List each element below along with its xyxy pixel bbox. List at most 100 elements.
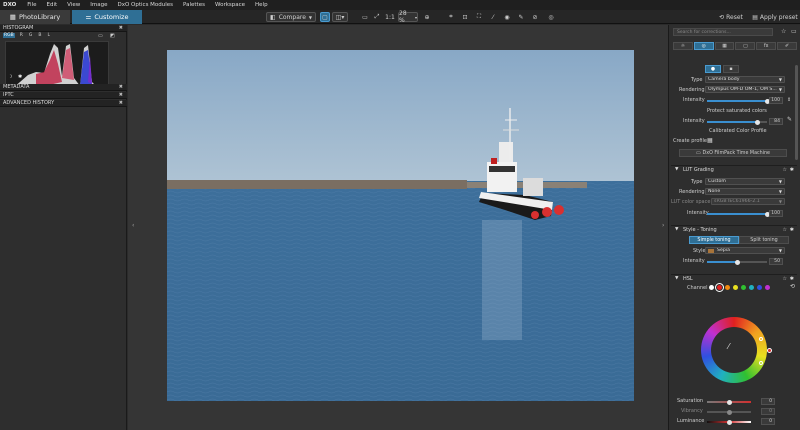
saturation-slider[interactable]: [707, 399, 751, 405]
perspective-tool[interactable]: ⛶: [474, 12, 484, 22]
tab-light[interactable]: ☼: [673, 42, 693, 50]
toning-intensity-value[interactable]: 50: [769, 258, 783, 265]
channel-red[interactable]: [715, 283, 724, 292]
slider-knob[interactable]: [727, 419, 732, 425]
shadows-clip-icon[interactable]: ☽: [8, 74, 12, 80]
hsl-color-wheel[interactable]: ⁄: [701, 317, 772, 383]
channel-green[interactable]: [741, 285, 746, 290]
lut-type-select[interactable]: Custom ▼: [705, 178, 785, 185]
menu-edit[interactable]: Edit: [42, 2, 63, 8]
star-icon[interactable]: ☆: [783, 167, 787, 173]
advanced-history-header[interactable]: ADVANCED HISTORY ✖: [0, 100, 127, 107]
toning-intensity-slider[interactable]: [707, 259, 767, 265]
channel-r[interactable]: R: [19, 33, 24, 38]
fit-button[interactable]: ⤢: [372, 12, 382, 22]
rendering-color-toggle[interactable]: ●: [705, 65, 721, 73]
ratio-button[interactable]: 1:1: [384, 12, 396, 22]
crop-tool[interactable]: ⌗: [446, 12, 456, 22]
menu-view[interactable]: View: [62, 2, 85, 8]
channel-l[interactable]: L: [46, 33, 51, 38]
type-select[interactable]: Camera body ▼: [705, 76, 785, 83]
close-icon[interactable]: ✖: [119, 92, 123, 98]
red-eye-tool[interactable]: ◉: [502, 12, 512, 22]
tab-detail[interactable]: ▦: [714, 42, 735, 50]
channel-rgb[interactable]: RGB: [3, 33, 15, 38]
star-icon[interactable]: ☆: [783, 227, 787, 233]
lut-rendering-select[interactable]: None ▼: [705, 188, 785, 195]
white-balance-tool[interactable]: ⁄: [488, 12, 498, 22]
rendering-film-toggle[interactable]: ▪: [723, 65, 739, 73]
slider-knob[interactable]: [754, 119, 760, 125]
search-input[interactable]: Search for corrections...: [673, 28, 773, 36]
style-select[interactable]: Sepia ▼: [705, 247, 785, 254]
tab-customize[interactable]: ⚌ Customize: [72, 10, 142, 24]
close-icon[interactable]: ✖: [119, 100, 123, 106]
tab-geometry[interactable]: ▢: [735, 42, 756, 50]
filmpack-button[interactable]: ▭ DxO FilmPack Time Machine: [679, 149, 787, 157]
split-view-button[interactable]: ◫▾: [332, 12, 348, 22]
slider-knob[interactable]: [734, 259, 740, 265]
channel-blue[interactable]: [757, 285, 762, 290]
tab-local[interactable]: ✐: [777, 42, 797, 50]
protect-intensity-slider[interactable]: [707, 119, 767, 125]
menu-file[interactable]: File: [22, 2, 41, 8]
color-chart-icon[interactable]: ▦: [707, 137, 713, 144]
right-panel-scrollbar[interactable]: [795, 65, 798, 160]
simple-toning-button[interactable]: Simple toning: [689, 236, 739, 244]
channel-yellow[interactable]: [733, 285, 738, 290]
lut-intensity-slider[interactable]: [707, 211, 770, 217]
close-icon[interactable]: ✖: [119, 84, 123, 90]
menu-optics-modules[interactable]: DxO Optics Modules: [112, 2, 178, 8]
local-adjustments-tool[interactable]: ⊘: [530, 12, 540, 22]
eyedropper-icon[interactable]: ⁄: [728, 342, 729, 351]
tab-color[interactable]: ◎: [693, 42, 714, 50]
compare-button[interactable]: ◧ Compare ▼: [266, 12, 316, 22]
channel-magenta[interactable]: [765, 285, 770, 290]
panel-toggle-icon[interactable]: ▭: [791, 28, 797, 35]
gear-icon[interactable]: ✱: [790, 167, 794, 173]
clipping-icon[interactable]: ◩: [110, 33, 115, 39]
channel-cyan[interactable]: [749, 285, 754, 290]
gear-icon[interactable]: ✱: [790, 276, 794, 282]
style-toning-header[interactable]: ▼ Style - Toning ☆ ✱: [671, 225, 797, 233]
saturation-value[interactable]: 0: [761, 398, 775, 405]
luminance-value[interactable]: 0: [761, 418, 775, 425]
menu-image[interactable]: Image: [85, 2, 112, 8]
hsl-header[interactable]: ▼ HSL ☆ ✱: [671, 274, 797, 282]
preview-toggle[interactable]: ◎: [546, 12, 556, 22]
zoom-select[interactable]: 28 % ▾: [398, 10, 418, 24]
eyedropper-icon[interactable]: ✎: [787, 116, 792, 123]
intensity-value[interactable]: 100: [769, 97, 783, 104]
channel-g[interactable]: G: [28, 33, 34, 38]
menu-help[interactable]: Help: [250, 2, 273, 8]
menu-palettes[interactable]: Palettes: [178, 2, 210, 8]
intensity-slider[interactable]: [707, 98, 770, 104]
channel-all[interactable]: [709, 285, 714, 290]
reset-channel-icon[interactable]: ⟲: [790, 283, 795, 290]
highlights-clip-icon[interactable]: ✱: [18, 74, 22, 80]
metadata-header[interactable]: METADATA ✖: [0, 84, 127, 91]
range-handle[interactable]: [759, 337, 763, 341]
hue-handle[interactable]: [767, 348, 772, 353]
repair-tool[interactable]: ✎: [516, 12, 526, 22]
slider-knob[interactable]: [727, 399, 732, 405]
tab-effects[interactable]: fx: [756, 42, 777, 50]
star-icon[interactable]: ☆: [781, 28, 786, 35]
lut-grading-header[interactable]: ▼ LUT Grading ☆ ✱: [671, 165, 797, 173]
gear-icon[interactable]: ✱: [790, 227, 794, 233]
collapse-left-icon[interactable]: ‹: [132, 222, 134, 229]
menu-workspace[interactable]: Workspace: [210, 2, 250, 8]
iptc-header[interactable]: IPTC ✖: [0, 92, 127, 99]
split-toning-button[interactable]: Split toning: [739, 236, 789, 244]
histogram-header[interactable]: HISTOGRAM ✖: [0, 25, 127, 32]
collapse-right-icon[interactable]: ›: [662, 222, 664, 229]
channel-orange[interactable]: [725, 285, 730, 290]
zoom-in-button[interactable]: ⊕: [422, 12, 432, 22]
monitor-icon[interactable]: ▭: [98, 33, 103, 39]
tab-photolibrary[interactable]: ▦ PhotoLibrary: [0, 10, 70, 24]
single-view-button[interactable]: ▢: [320, 12, 330, 22]
photo-preview[interactable]: [167, 50, 634, 401]
reset-button[interactable]: ⟲ Reset: [714, 12, 748, 22]
channel-b[interactable]: B: [37, 33, 42, 38]
protect-intensity-value[interactable]: 84: [769, 118, 783, 125]
